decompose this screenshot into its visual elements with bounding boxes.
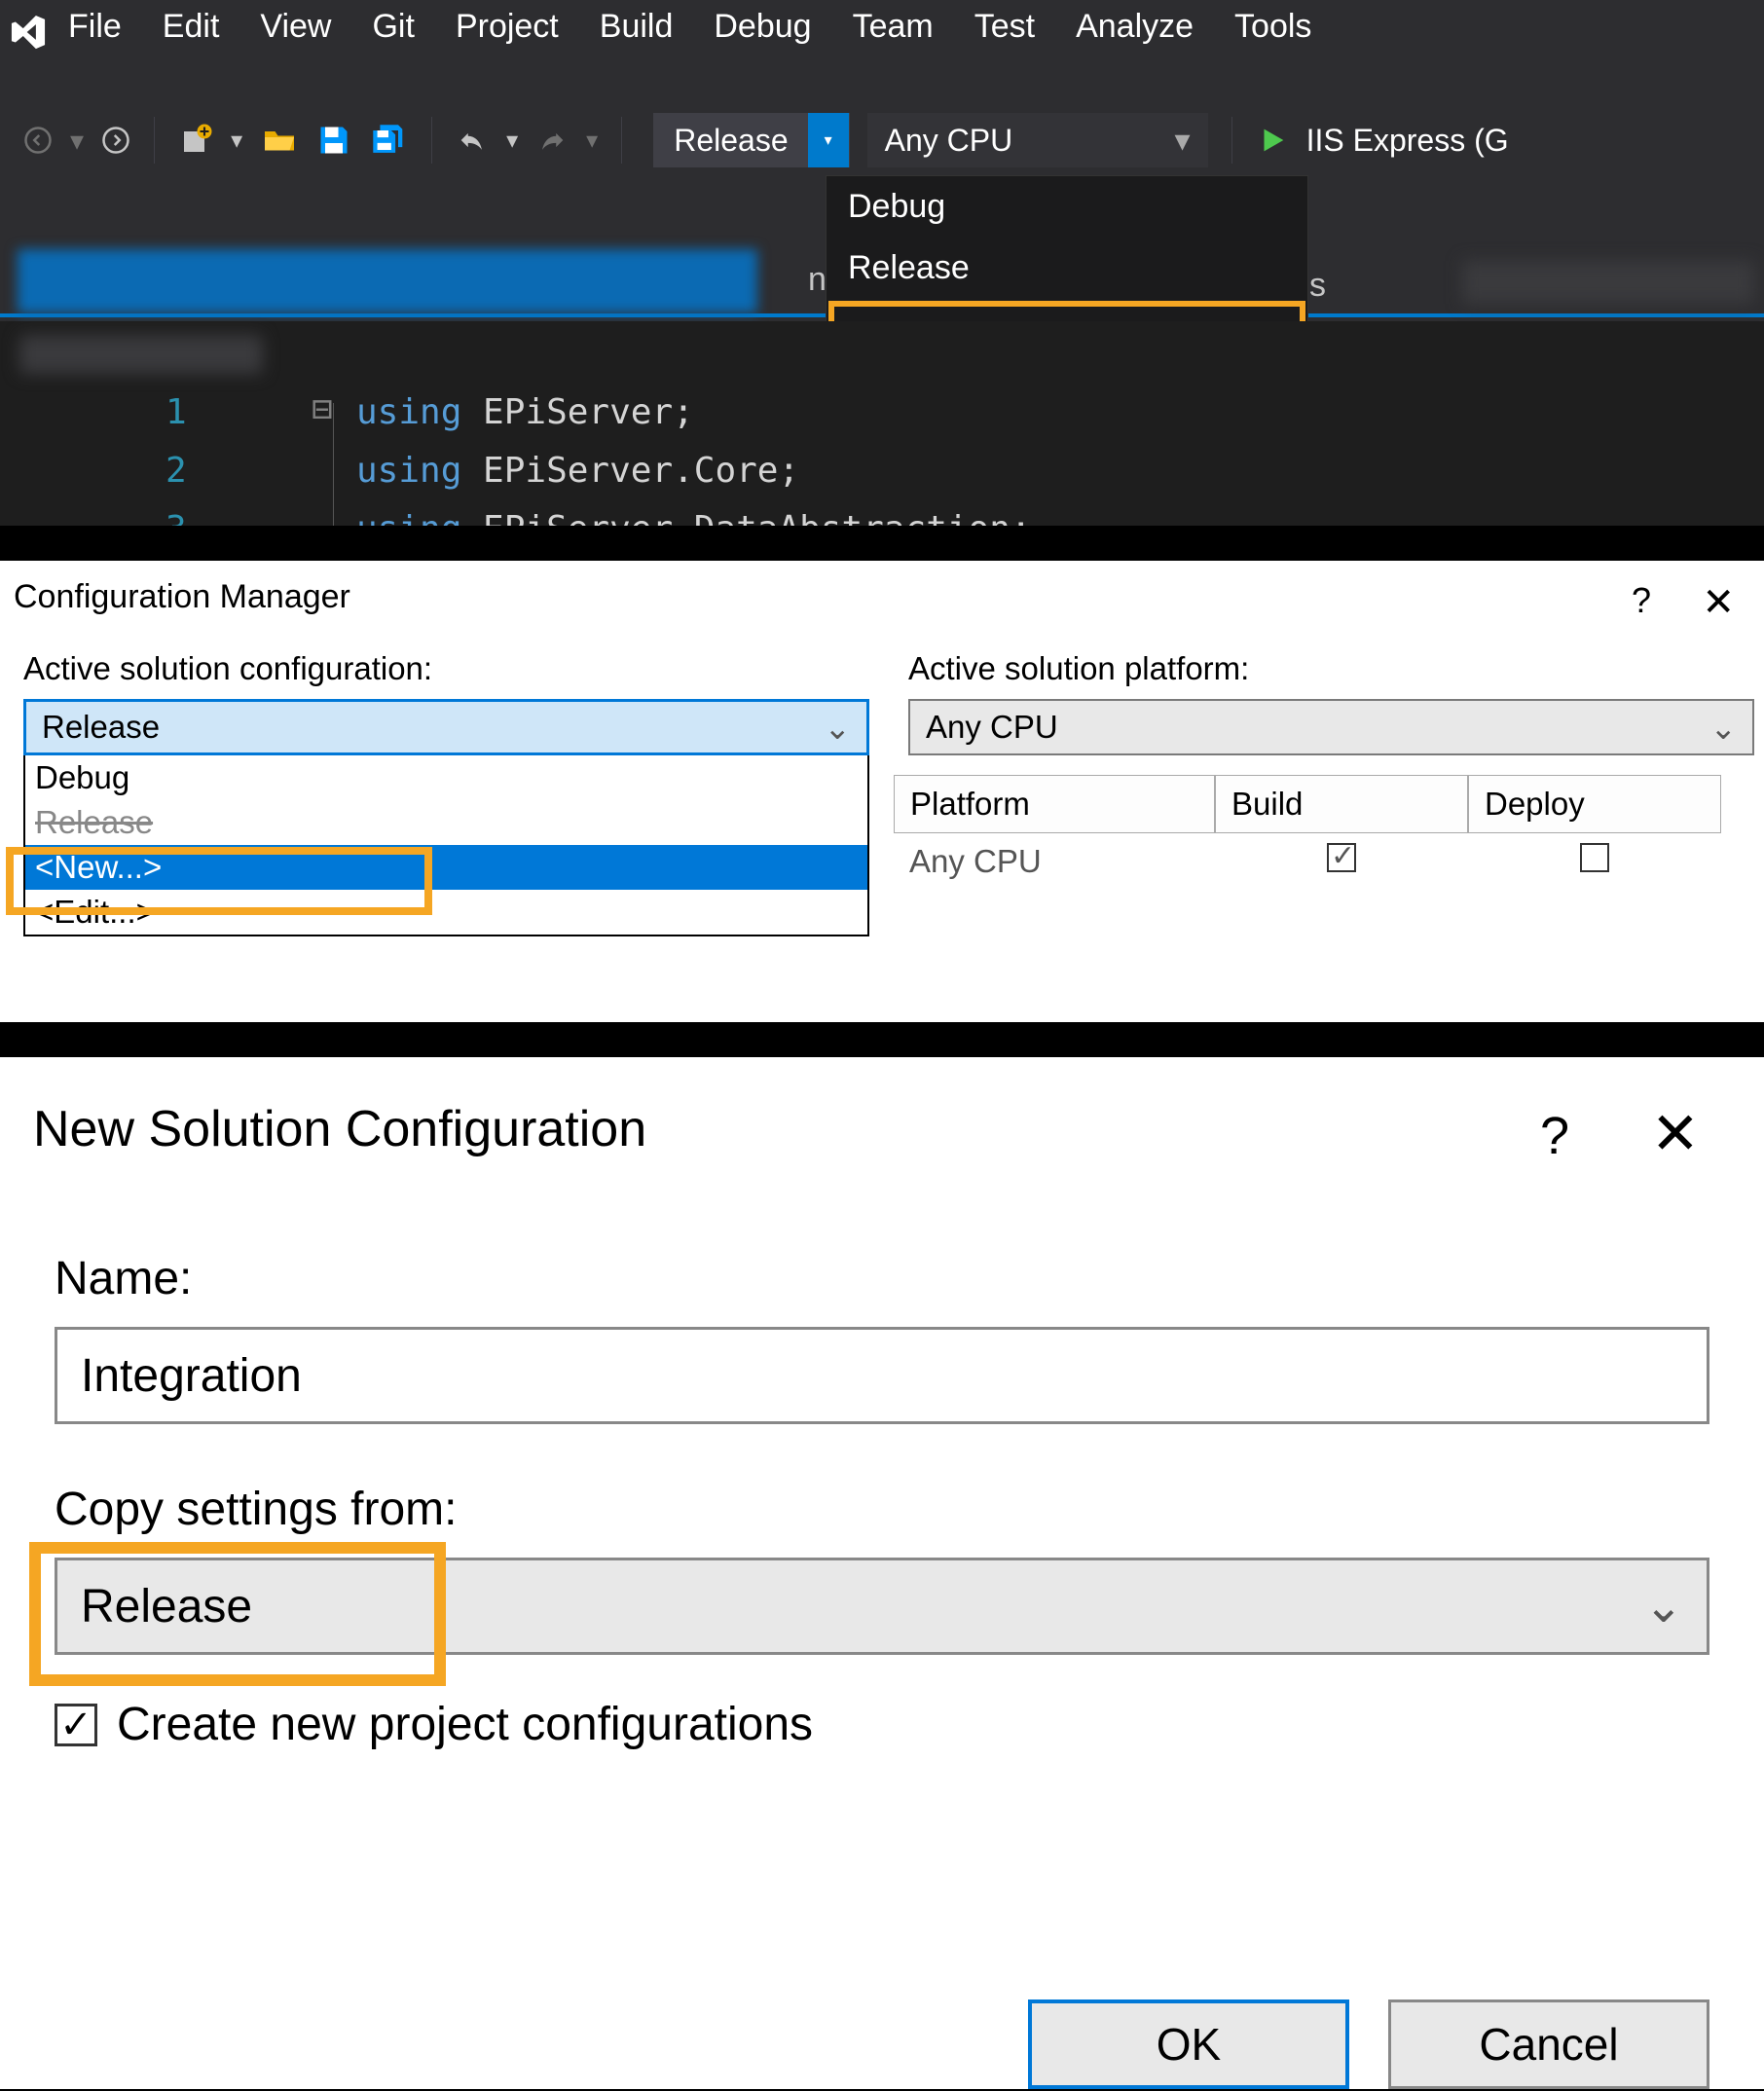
new-item-icon[interactable] [178, 123, 213, 158]
menu-tools[interactable]: Tools [1234, 8, 1311, 46]
tab-text-fragment: s [1309, 267, 1326, 305]
dialog-title: New Solution Configuration [33, 1100, 646, 1158]
close-button[interactable]: ✕ [1651, 1100, 1700, 1168]
menu-view[interactable]: View [260, 8, 331, 46]
highlight-annotation [6, 847, 432, 915]
menu-test[interactable]: Test [974, 8, 1035, 46]
chevron-down-icon[interactable]: ▾ [808, 113, 849, 167]
chevron-down-icon[interactable]: ⌄ [1709, 709, 1737, 747]
menu-git[interactable]: Git [372, 8, 414, 46]
active-config-combo[interactable]: Release ⌄ [23, 699, 869, 755]
menu-analyze[interactable]: Analyze [1076, 8, 1194, 46]
line-number-gutter: 1 2 3 [165, 384, 187, 526]
save-all-icon[interactable] [369, 121, 408, 160]
line-number: 1 [165, 384, 187, 442]
dropdown-arrow-icon[interactable]: ▾ [70, 125, 84, 157]
start-debug-icon[interactable] [1256, 124, 1289, 157]
dropdown-arrow-icon[interactable]: ▾ [231, 127, 242, 155]
cell-platform[interactable]: Any CPU [894, 833, 1215, 890]
solution-platform-combo[interactable]: Any CPU ▾ [867, 113, 1208, 167]
solution-configuration-label: Release [654, 123, 807, 159]
deploy-checkbox[interactable] [1580, 843, 1609, 872]
checkbox-icon[interactable]: ✓ [55, 1704, 97, 1746]
separator [1231, 117, 1232, 164]
dropdown-arrow-icon[interactable]: ▾ [586, 127, 598, 155]
chevron-down-icon[interactable]: ▾ [1175, 122, 1191, 159]
menubar: File Edit View Git Project Build Debug T… [68, 8, 1311, 46]
config-option-release[interactable]: Release [827, 238, 1307, 299]
toolbar: ▾ ▾ ▾ ▾ Release ▾ Any CPU ▾ IIS Express … [0, 105, 1764, 175]
solution-configuration-combo[interactable]: Release ▾ [653, 113, 849, 167]
configuration-manager-dialog: Configuration Manager ? ✕ Active solutio… [0, 561, 1764, 1022]
help-button[interactable]: ? [1632, 580, 1651, 621]
menu-debug[interactable]: Debug [714, 8, 811, 46]
separator [621, 117, 622, 164]
nav-forward-icon[interactable] [101, 126, 130, 155]
chevron-down-icon[interactable]: ⌄ [824, 709, 851, 747]
column-header-platform[interactable]: Platform [894, 775, 1215, 833]
menu-team[interactable]: Team [853, 8, 934, 46]
separator [431, 117, 432, 164]
open-folder-icon[interactable] [260, 123, 299, 158]
code-line: using EPiServer; [356, 384, 1032, 442]
dialog-title: Configuration Manager [14, 578, 350, 616]
ok-button[interactable]: OK [1028, 1999, 1349, 2089]
inactive-tab-blurred[interactable] [1462, 261, 1754, 304]
cancel-button[interactable]: Cancel [1388, 1999, 1709, 2089]
name-label: Name: [55, 1252, 1709, 1305]
code-editor[interactable]: 1 2 3 ⊟ using EPiServer; using EPiServer… [0, 321, 1764, 526]
redo-icon[interactable] [535, 124, 569, 157]
name-input[interactable] [55, 1327, 1709, 1424]
separator [154, 117, 155, 164]
column-header-build[interactable]: Build [1215, 775, 1468, 833]
code-lines: using EPiServer; using EPiServer.Core; u… [356, 384, 1032, 526]
outline-toggle-icon[interactable]: ⊟ [312, 389, 333, 429]
close-button[interactable]: ✕ [1702, 580, 1735, 625]
copy-from-label: Copy settings from: [55, 1483, 1709, 1536]
config-option-debug[interactable]: Debug [25, 755, 867, 800]
nav-back-icon[interactable] [23, 126, 53, 155]
menu-edit[interactable]: Edit [163, 8, 220, 46]
active-platform-label: Active solution platform: [908, 650, 1754, 687]
column-header-deploy[interactable]: Deploy [1468, 775, 1721, 833]
line-number: 2 [165, 442, 187, 500]
dropdown-arrow-icon[interactable]: ▾ [506, 127, 518, 155]
help-button[interactable]: ? [1540, 1106, 1569, 1166]
solution-platform-label: Any CPU [885, 123, 1013, 159]
dialog-buttons: OK Cancel [1028, 1999, 1709, 2089]
active-platform-value: Any CPU [926, 709, 1058, 746]
menu-file[interactable]: File [68, 8, 122, 46]
active-config-label: Active solution configuration: [23, 650, 869, 687]
checkbox-label: Create new project configurations [117, 1698, 813, 1751]
project-contexts-table: Platform Build Deploy Any CPU [894, 775, 1754, 890]
start-debug-label[interactable]: IIS Express (G [1306, 123, 1509, 159]
outline-guide [333, 403, 334, 526]
create-new-project-configs-checkbox[interactable]: ✓ Create new project configurations [55, 1698, 1709, 1751]
visual-studio-icon [8, 12, 49, 53]
chevron-down-icon[interactable]: ⌄ [1644, 1579, 1683, 1633]
active-platform-combo[interactable]: Any CPU ⌄ [908, 699, 1754, 755]
highlight-annotation [29, 1542, 446, 1686]
active-config-value: Release [42, 709, 160, 746]
menu-build[interactable]: Build [600, 8, 674, 46]
code-line: using EPiServer.Core; [356, 442, 1032, 500]
undo-icon[interactable] [456, 124, 489, 157]
code-line: using EPiServer.DataAbstraction: [356, 500, 1032, 526]
save-icon[interactable] [316, 123, 351, 158]
config-option-debug[interactable]: Debug [827, 176, 1307, 238]
breadcrumb-blurred [19, 335, 263, 374]
line-number: 3 [165, 500, 187, 526]
menu-project[interactable]: Project [456, 8, 559, 46]
table-header-row: Platform Build Deploy [894, 775, 1754, 833]
build-checkbox[interactable] [1327, 843, 1356, 872]
config-option-release[interactable]: Release [25, 800, 867, 845]
new-solution-configuration-dialog: New Solution Configuration ? ✕ Name: Cop… [0, 1057, 1764, 2089]
table-row: Any CPU [894, 833, 1754, 890]
ide-window: File Edit View Git Project Build Debug T… [0, 0, 1764, 526]
active-tab-blurred[interactable] [18, 249, 757, 313]
